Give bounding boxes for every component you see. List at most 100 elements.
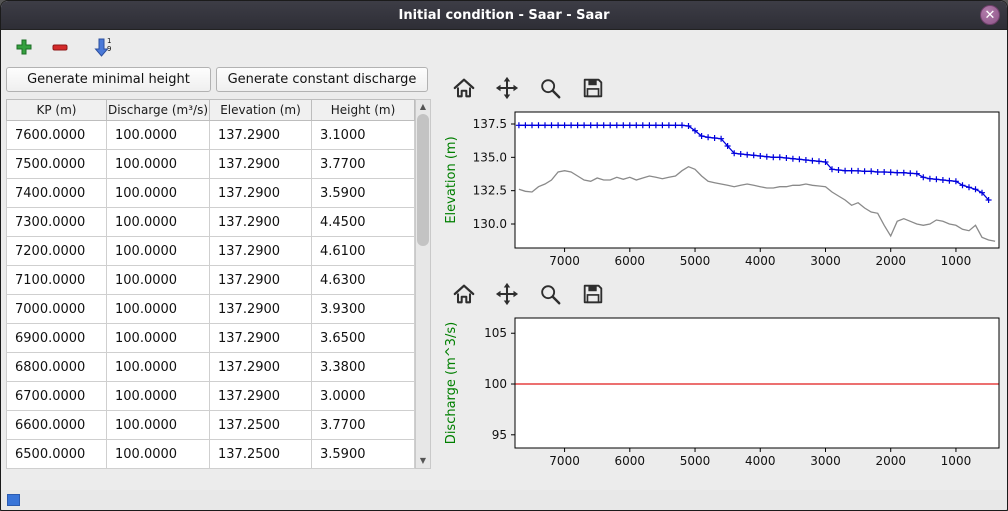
table-cell[interactable]: 100.0000 — [107, 208, 210, 237]
x-tick-label: 3000 — [810, 454, 841, 468]
y-tick-label: 135.0 — [473, 150, 507, 164]
column-header[interactable]: Elevation (m) — [210, 100, 312, 121]
table-cell[interactable]: 100.0000 — [107, 179, 210, 208]
elevation-plot[interactable]: 7000600050004000300020001000130.0132.513… — [439, 104, 1005, 274]
table-cell[interactable]: 7300.0000 — [7, 208, 107, 237]
scrollbar-thumb[interactable] — [417, 114, 429, 246]
table-cell[interactable]: 3.9300 — [312, 295, 415, 324]
x-tick-label: 4000 — [745, 254, 776, 268]
table-cell[interactable]: 4.6100 — [312, 237, 415, 266]
table-scrollbar[interactable]: ▲ ▼ — [415, 99, 431, 469]
elevation-plot-toolbar — [439, 72, 1005, 104]
y-axis-label: Discharge (m^3/s) — [444, 322, 459, 444]
generate-constant-discharge-button[interactable]: Generate constant discharge — [216, 67, 428, 92]
table-cell[interactable]: 7400.0000 — [7, 179, 107, 208]
x-tick-label: 1000 — [941, 254, 972, 268]
table-row[interactable]: 7400.0000100.0000137.29003.5900 — [7, 179, 415, 208]
table-cell[interactable]: 7100.0000 — [7, 266, 107, 295]
table-cell[interactable]: 6900.0000 — [7, 324, 107, 353]
table-cell[interactable]: 100.0000 — [107, 121, 210, 150]
table-row[interactable]: 7500.0000100.0000137.29003.7700 — [7, 150, 415, 179]
table-row[interactable]: 7300.0000100.0000137.29004.4500 — [7, 208, 415, 237]
table-cell[interactable]: 6600.0000 — [7, 411, 107, 440]
table-cell[interactable]: 100.0000 — [107, 324, 210, 353]
table-row[interactable]: 7100.0000100.0000137.29004.6300 — [7, 266, 415, 295]
generate-minimal-height-button[interactable]: Generate minimal height — [6, 67, 211, 92]
table-cell[interactable]: 4.4500 — [312, 208, 415, 237]
home-button[interactable] — [451, 75, 477, 101]
table-cell[interactable]: 137.2900 — [210, 295, 312, 324]
scrollbar-track[interactable] — [416, 114, 430, 454]
column-header[interactable]: KP (m) — [7, 100, 107, 121]
table-row[interactable]: 6700.0000100.0000137.29003.0000 — [7, 382, 415, 411]
column-header[interactable]: Height (m) — [312, 100, 415, 121]
table-cell[interactable]: 3.0000 — [312, 382, 415, 411]
home-icon — [452, 282, 476, 306]
table-cell[interactable]: 3.7700 — [312, 150, 415, 179]
table-cell[interactable]: 137.2900 — [210, 382, 312, 411]
table-cell[interactable]: 100.0000 — [107, 266, 210, 295]
zoom-button[interactable] — [537, 75, 563, 101]
table-row[interactable]: 7000.0000100.0000137.29003.9300 — [7, 295, 415, 324]
pan-button[interactable] — [494, 75, 520, 101]
table-zone: KP (m)Discharge (m³/s)Elevation (m)Heigh… — [6, 99, 433, 469]
table-cell[interactable]: 100.0000 — [107, 382, 210, 411]
table-cell[interactable]: 137.2900 — [210, 150, 312, 179]
table-cell[interactable]: 7500.0000 — [7, 150, 107, 179]
table-cell[interactable]: 137.2900 — [210, 266, 312, 295]
svg-text:1: 1 — [107, 37, 111, 45]
discharge-plot[interactable]: 700060005000400030002000100095100105Disc… — [439, 310, 1005, 474]
table-cell[interactable]: 100.0000 — [107, 353, 210, 382]
y-tick-label: 100 — [484, 377, 507, 391]
table-cell[interactable]: 137.2900 — [210, 208, 312, 237]
pan-icon — [495, 76, 519, 100]
table-row[interactable]: 6500.0000100.0000137.25003.5900 — [7, 440, 415, 469]
add-row-button[interactable] — [13, 36, 35, 58]
table-cell[interactable]: 137.2900 — [210, 353, 312, 382]
table-cell[interactable]: 137.2900 — [210, 237, 312, 266]
table-cell[interactable]: 6800.0000 — [7, 353, 107, 382]
table-cell[interactable]: 6700.0000 — [7, 382, 107, 411]
table-cell[interactable]: 3.5900 — [312, 440, 415, 469]
table-row[interactable]: 7600.0000100.0000137.29003.1000 — [7, 121, 415, 150]
status-indicator — [7, 494, 20, 506]
table-cell[interactable]: 137.2500 — [210, 411, 312, 440]
remove-row-button[interactable] — [49, 36, 71, 58]
table-cell[interactable]: 100.0000 — [107, 150, 210, 179]
table-cell[interactable]: 3.5900 — [312, 179, 415, 208]
table-cell[interactable]: 137.2900 — [210, 179, 312, 208]
table-row[interactable]: 6900.0000100.0000137.29003.6500 — [7, 324, 415, 353]
save-button[interactable] — [580, 75, 606, 101]
scroll-up-icon[interactable]: ▲ — [416, 100, 430, 114]
table-cell[interactable]: 4.6300 — [312, 266, 415, 295]
table-cell[interactable]: 7200.0000 — [7, 237, 107, 266]
table-cell[interactable]: 7000.0000 — [7, 295, 107, 324]
zoom-button[interactable] — [537, 281, 563, 307]
table-cell[interactable]: 137.2500 — [210, 440, 312, 469]
table-cell[interactable]: 137.2900 — [210, 121, 312, 150]
table-row[interactable]: 6600.0000100.0000137.25003.7700 — [7, 411, 415, 440]
table-row[interactable]: 7200.0000100.0000137.29004.6100 — [7, 237, 415, 266]
scroll-down-icon[interactable]: ▼ — [416, 454, 430, 468]
pan-button[interactable] — [494, 281, 520, 307]
table-cell[interactable]: 6500.0000 — [7, 440, 107, 469]
table-cell[interactable]: 7600.0000 — [7, 121, 107, 150]
table-cell[interactable]: 137.2900 — [210, 324, 312, 353]
sort-button[interactable]: 1 9 — [91, 36, 113, 58]
table-cell[interactable]: 3.1000 — [312, 121, 415, 150]
column-header[interactable]: Discharge (m³/s) — [107, 100, 210, 121]
table-row[interactable]: 6800.0000100.0000137.29003.3800 — [7, 353, 415, 382]
titlebar[interactable]: Initial condition - Saar - Saar ✕ — [1, 1, 1007, 30]
table-cell[interactable]: 3.3800 — [312, 353, 415, 382]
x-tick-label: 6000 — [615, 254, 646, 268]
close-button[interactable]: ✕ — [980, 5, 1000, 25]
table-cell[interactable]: 3.6500 — [312, 324, 415, 353]
table-cell[interactable]: 100.0000 — [107, 411, 210, 440]
table-cell[interactable]: 3.7700 — [312, 411, 415, 440]
table-cell[interactable]: 100.0000 — [107, 237, 210, 266]
initial-condition-table: KP (m)Discharge (m³/s)Elevation (m)Heigh… — [6, 99, 415, 469]
save-button[interactable] — [580, 281, 606, 307]
home-button[interactable] — [451, 281, 477, 307]
table-cell[interactable]: 100.0000 — [107, 295, 210, 324]
table-cell[interactable]: 100.0000 — [107, 440, 210, 469]
